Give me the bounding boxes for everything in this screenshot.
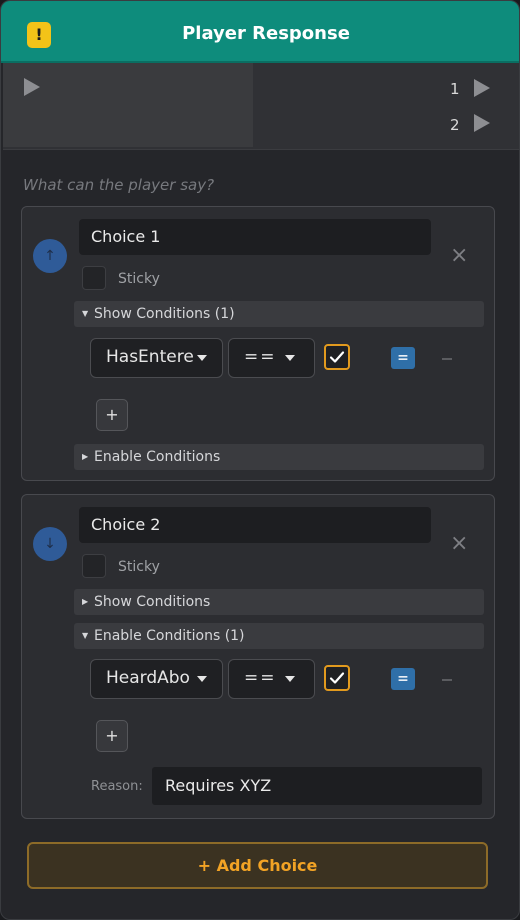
variable-dropdown[interactable]: HeardAbo bbox=[90, 659, 223, 699]
input-port-area bbox=[3, 63, 253, 147]
enable-conditions-label: Enable Conditions (1) bbox=[94, 628, 245, 644]
chevron-down-icon bbox=[197, 355, 207, 361]
choices-prompt: What can the player say? bbox=[23, 176, 215, 194]
equals-button[interactable]: = bbox=[391, 668, 415, 690]
choice-card-1: ↑ Choice 1 × Sticky ▼ Show Conditions (1… bbox=[21, 206, 495, 481]
show-conditions-toggle[interactable]: ▶ Show Conditions bbox=[74, 589, 484, 615]
input-port-icon[interactable] bbox=[24, 78, 40, 96]
enable-conditions-label: Enable Conditions bbox=[94, 449, 221, 465]
move-up-arrow-icon[interactable]: ↑ bbox=[33, 239, 67, 273]
collapse-triangle-icon: ▶ bbox=[82, 597, 89, 606]
remove-condition-icon[interactable] bbox=[442, 358, 452, 360]
operator-dropdown[interactable]: == bbox=[228, 659, 315, 699]
close-icon[interactable]: × bbox=[450, 533, 468, 555]
sticky-label: Sticky bbox=[118, 559, 160, 575]
choice-name-field[interactable]: Choice 1 bbox=[79, 219, 431, 255]
output-port-1-icon[interactable] bbox=[474, 79, 490, 97]
operator-dropdown[interactable]: == bbox=[228, 338, 315, 378]
output-port-label-1: 1 bbox=[450, 80, 460, 98]
expand-triangle-icon: ▼ bbox=[82, 631, 89, 640]
add-choice-button[interactable]: + Add Choice bbox=[27, 842, 488, 889]
output-port-2-icon[interactable] bbox=[474, 114, 490, 132]
variable-value: HasEntere bbox=[106, 347, 194, 367]
value-checkbox[interactable] bbox=[324, 344, 350, 370]
chevron-down-icon bbox=[285, 676, 295, 682]
equals-button[interactable]: = bbox=[391, 347, 415, 369]
expand-triangle-icon: ▼ bbox=[82, 309, 89, 318]
close-icon[interactable]: × bbox=[450, 245, 468, 267]
variable-dropdown[interactable]: HasEntere bbox=[90, 338, 223, 378]
sticky-label: Sticky bbox=[118, 271, 160, 287]
ports-area: 1 2 bbox=[3, 63, 519, 150]
variable-value: HeardAbo bbox=[106, 668, 190, 688]
sticky-checkbox[interactable] bbox=[82, 554, 106, 578]
operator-value: == bbox=[244, 347, 277, 367]
show-conditions-toggle[interactable]: ▼ Show Conditions (1) bbox=[74, 301, 484, 327]
choice-card-2: ↓ Choice 2 × Sticky ▶ Show Conditions ▼ … bbox=[21, 494, 495, 819]
value-checkbox[interactable] bbox=[324, 665, 350, 691]
choice-name-field[interactable]: Choice 2 bbox=[79, 507, 431, 543]
chevron-down-icon bbox=[197, 676, 207, 682]
reason-label: Reason: bbox=[91, 779, 143, 794]
node-header[interactable]: ! Player Response bbox=[1, 1, 519, 63]
collapse-triangle-icon: ▶ bbox=[82, 452, 89, 461]
sticky-checkbox[interactable] bbox=[82, 266, 106, 290]
move-down-arrow-icon[interactable]: ↓ bbox=[33, 527, 67, 561]
output-port-label-2: 2 bbox=[450, 116, 460, 134]
add-condition-button[interactable]: + bbox=[96, 720, 128, 752]
checkmark-icon bbox=[329, 351, 345, 363]
operator-value: == bbox=[244, 668, 277, 688]
node-title: Player Response bbox=[182, 23, 350, 44]
player-response-node: ! Player Response 1 2 What can the playe… bbox=[0, 0, 520, 920]
reason-input[interactable]: Requires XYZ bbox=[152, 767, 482, 805]
remove-condition-icon[interactable] bbox=[442, 679, 452, 681]
show-conditions-label: Show Conditions bbox=[94, 594, 211, 610]
checkmark-icon bbox=[329, 672, 345, 684]
enable-conditions-toggle[interactable]: ▼ Enable Conditions (1) bbox=[74, 623, 484, 649]
enable-conditions-toggle[interactable]: ▶ Enable Conditions bbox=[74, 444, 484, 470]
add-condition-button[interactable]: + bbox=[96, 399, 128, 431]
chevron-down-icon bbox=[285, 355, 295, 361]
show-conditions-label: Show Conditions (1) bbox=[94, 306, 235, 322]
